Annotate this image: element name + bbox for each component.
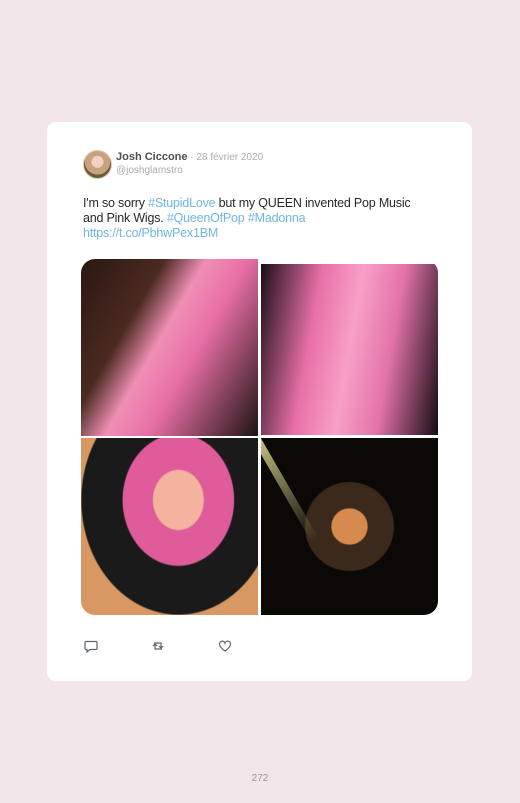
media-grid [81, 259, 438, 615]
photo-1[interactable] [81, 259, 258, 436]
retweet-button[interactable] [151, 638, 218, 654]
photo-3[interactable] [81, 438, 258, 615]
hashtag-stupidlove[interactable]: #StupidLove [148, 196, 216, 210]
tweet-text-part: I'm so sorry [83, 196, 149, 210]
photo-4[interactable] [261, 438, 438, 615]
author-line: Josh Ciccone · 28 février 2020 [116, 151, 263, 163]
hashtag-madonna[interactable]: #Madonna [248, 211, 306, 225]
photo-2[interactable] [261, 264, 438, 435]
reply-button[interactable] [84, 638, 151, 654]
like-button[interactable] [218, 638, 285, 654]
avatar[interactable] [83, 150, 112, 179]
comment-icon [84, 640, 98, 653]
page-number: 272 [251, 773, 269, 784]
hashtag-queenofpop[interactable]: #QueenOfPop [167, 211, 245, 225]
tweet-text: I'm so sorry #StupidLove but my QUEEN in… [83, 196, 423, 241]
tweet-card: Josh Ciccone · 28 février 2020 @joshglam… [47, 122, 472, 681]
stage-light [261, 438, 319, 542]
tweet-link[interactable]: https://t.co/PbhwPex1BM [83, 226, 218, 240]
tweet-date: · 28 février 2020 [187, 152, 264, 163]
retweet-icon [152, 642, 164, 650]
author-name[interactable]: Josh Ciccone [116, 151, 188, 163]
author-handle[interactable]: @joshglamstro [116, 165, 183, 176]
tweet-actions [84, 638, 285, 654]
heart-icon [218, 640, 232, 652]
